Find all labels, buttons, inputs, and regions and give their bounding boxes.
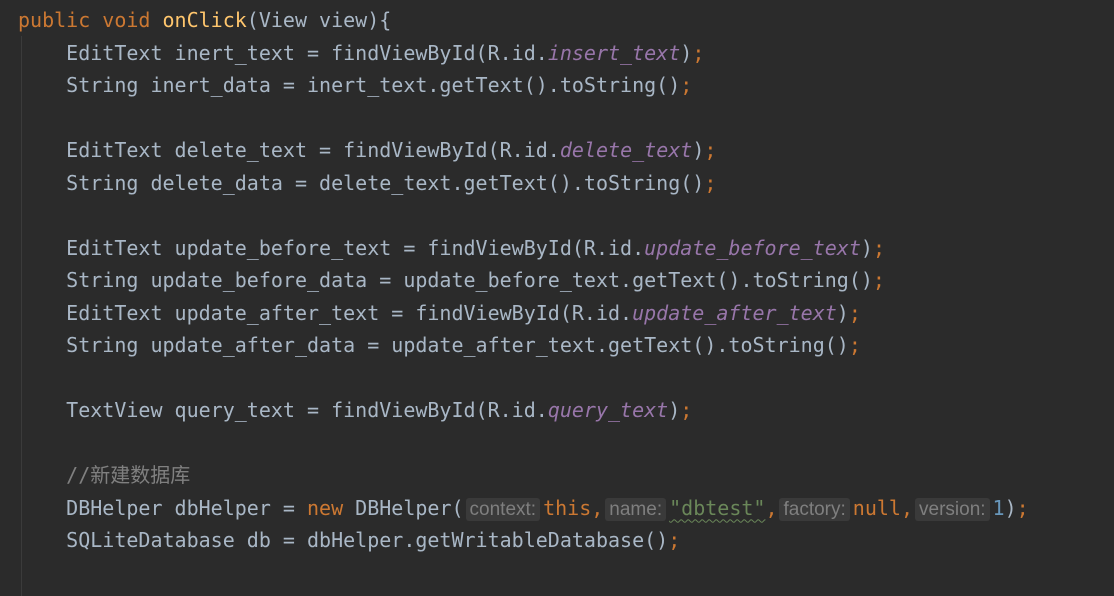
parameter-hint: name: [605, 497, 667, 521]
code-line[interactable]: TextView query_text = findViewById(R.id.… [18, 394, 1029, 427]
code-token: (View view){ [246, 8, 392, 32]
code-line[interactable] [18, 362, 1029, 395]
code-token: String delete_data = delete_text.getText… [18, 170, 705, 195]
code-token: ; [872, 268, 885, 292]
code-token: ; [872, 235, 885, 260]
code-line[interactable]: DBHelper dbHelper = new DBHelper(context… [18, 492, 1029, 525]
code-token: 1 [992, 495, 1005, 520]
code-token: query_text [547, 398, 669, 422]
code-token: delete_text [559, 138, 693, 162]
code-token: ; [848, 300, 861, 325]
code-token: ) [860, 235, 873, 260]
parameter-hint: context: [465, 497, 541, 521]
code-line[interactable]: String update_after_data = update_after_… [18, 329, 1029, 362]
code-token: TextView query_text = findViewById(R.id. [18, 398, 548, 422]
code-line[interactable]: EditText update_before_text = findViewBy… [18, 232, 1029, 265]
code-token: "dbtest" [669, 495, 766, 520]
code-token: ; [680, 398, 693, 422]
code-line[interactable]: EditText delete_text = findViewById(R.id… [18, 134, 1029, 167]
code-token: new [306, 495, 356, 520]
parameter-hint: version: [915, 497, 990, 521]
code-line[interactable] [18, 557, 1029, 590]
code-token: ) [680, 40, 693, 65]
code-line[interactable]: public void onClick(View view){ [18, 4, 1029, 37]
code-line[interactable]: EditText update_after_text = findViewByI… [18, 297, 1029, 330]
code-token: ; [848, 333, 861, 357]
code-token: EditText inert_text = findViewById(R.id. [18, 40, 548, 65]
code-token: ; [704, 170, 717, 195]
code-token: SQLiteDatabase db = dbHelper.getWritable… [18, 528, 669, 552]
parameter-hint: factory: [779, 497, 850, 521]
code-token: ; [668, 528, 681, 552]
code-token: EditText update_before_text = findViewBy… [18, 235, 645, 260]
code-line[interactable] [18, 102, 1029, 135]
code-token: String update_before_data = update_befor… [18, 268, 873, 292]
code-token: ) [836, 300, 849, 325]
code-line[interactable]: String inert_data = inert_text.getText()… [18, 69, 1029, 102]
code-token: update_after_text [632, 300, 837, 325]
code-line[interactable]: SQLiteDatabase db = dbHelper.getWritable… [18, 524, 1029, 557]
code-line[interactable]: EditText inert_text = findViewById(R.id.… [18, 37, 1029, 70]
code-token: DBHelper( [355, 495, 464, 520]
code-line[interactable] [18, 427, 1029, 460]
code-token: onClick [162, 8, 247, 32]
code-token: EditText update_after_text = findViewByI… [18, 300, 633, 325]
code-token: insert_text [547, 40, 681, 65]
code-token: ; [692, 40, 705, 65]
code-token: ) [1004, 495, 1017, 520]
code-token: //新建数据库 [18, 463, 191, 487]
code-editor[interactable]: public void onClick(View view){ EditText… [18, 4, 1029, 589]
code-token: DBHelper dbHelper = [18, 495, 307, 520]
code-token: ) [668, 398, 681, 422]
code-token: String inert_data = inert_text.getText()… [18, 73, 681, 97]
code-token: ; [704, 138, 717, 162]
code-token: this, [543, 495, 604, 520]
code-line[interactable]: //新建数据库 [18, 459, 1029, 492]
code-token: EditText delete_text = findViewById(R.id… [18, 138, 560, 162]
code-token: ; [1016, 495, 1029, 520]
code-token: ) [692, 138, 705, 162]
code-token: null, [852, 495, 914, 520]
code-line[interactable]: String update_before_data = update_befor… [18, 264, 1029, 297]
code-line[interactable]: String delete_data = delete_text.getText… [18, 167, 1029, 200]
code-token: update_before_text [644, 235, 861, 260]
code-token: String update_after_data = update_after_… [18, 333, 849, 357]
code-token: public void [18, 8, 163, 32]
code-token: ; [680, 73, 693, 97]
code-line[interactable] [18, 199, 1029, 232]
code-token: , [765, 495, 778, 520]
